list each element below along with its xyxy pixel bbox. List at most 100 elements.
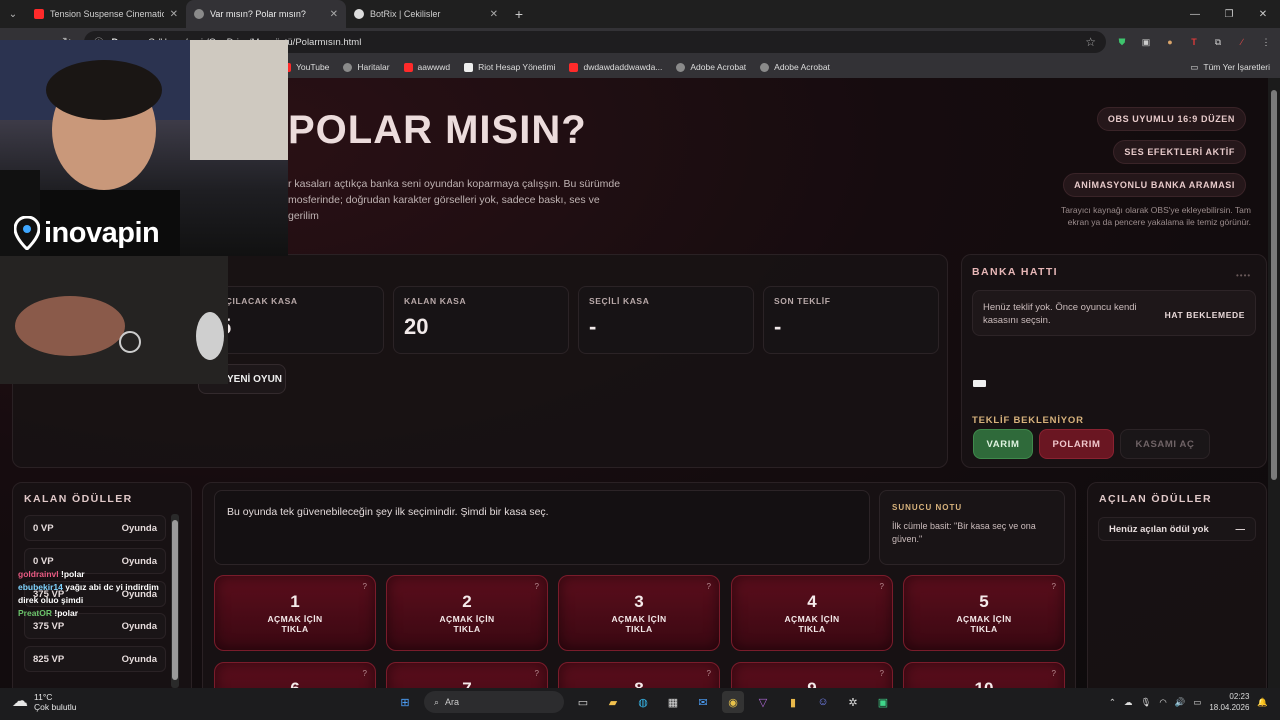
stat-boxes-to-open: AÇILACAK KASA 5 <box>208 286 384 354</box>
battery-icon[interactable]: ▭ <box>1193 697 1201 708</box>
close-icon[interactable]: ✕ <box>330 9 338 20</box>
bookmark-acrobat-1[interactable]: Adobe Acrobat <box>676 62 746 72</box>
bookmark-label: Riot Hesap Yönetimi <box>478 62 556 72</box>
chat-text: !polar <box>61 569 85 579</box>
volume-icon[interactable]: 🔊 <box>1175 697 1186 708</box>
chat-line: goldrainvl !polar <box>18 568 168 581</box>
bookmark-aawwwd[interactable]: aawwwd <box>403 62 450 72</box>
close-icon[interactable]: ✕ <box>170 9 178 20</box>
globe-icon <box>676 62 686 72</box>
briefcase-hint: AÇMAK İÇİN TIKLA <box>267 614 323 634</box>
tp-extension-icon[interactable]: T <box>1186 34 1202 50</box>
page-scrollbar[interactable] <box>1268 78 1280 688</box>
microphone-icon[interactable]: 🎙 <box>1141 697 1152 708</box>
chat-user: ebubekir14 <box>18 582 63 592</box>
system-tray: ⌃ ☁ 🎙 ◠ 🔊 ▭ 02:23 18.04.2026 🔔 <box>1109 691 1268 713</box>
chat-user: goldrainvl <box>18 569 59 579</box>
task-view-icon[interactable]: ▭ <box>572 691 594 713</box>
chat-text: !polar <box>54 608 79 618</box>
briefcase-5[interactable]: ? 5 AÇMAK İÇİN TIKLA <box>903 575 1065 651</box>
mail-icon[interactable]: ✉ <box>692 691 714 713</box>
temperature: 11°C <box>34 692 53 702</box>
briefcase-9[interactable]: ?9 <box>731 662 893 688</box>
notification-icon[interactable]: 🔔 <box>1257 697 1268 708</box>
polarim-button[interactable]: POLARIM <box>1039 429 1114 459</box>
shield-extension-icon[interactable]: ⛊ <box>1114 34 1130 50</box>
briefcase-number: 8 <box>559 679 719 688</box>
briefcase-number: 6 <box>215 679 375 688</box>
weather-text: Çok bulutlu <box>34 702 77 712</box>
briefcase-6[interactable]: ?6 <box>214 662 376 688</box>
briefcase-1[interactable]: ? 1 AÇMAK İÇİN TIKLA <box>214 575 376 651</box>
open-my-box-button[interactable]: KASAMI AÇ <box>1120 429 1210 459</box>
wifi-icon[interactable]: ◠ <box>1159 697 1166 708</box>
all-bookmarks[interactable]: ▭ Tüm Yer İşaretleri <box>1190 56 1270 78</box>
botrix-icon <box>354 9 364 19</box>
taskbar-search[interactable]: ⌕ Ara <box>424 691 564 713</box>
edge-icon[interactable]: ◍ <box>632 691 654 713</box>
vs-icon[interactable]: ▽ <box>752 691 774 713</box>
prizes-scroll-thumb[interactable] <box>172 520 178 680</box>
help-mark: ? <box>534 582 539 591</box>
extension-icon[interactable]: ▣ <box>1138 34 1154 50</box>
prizes-scrollbar[interactable] <box>171 514 179 688</box>
tab-botrix[interactable]: BotRix | Cekilisler ✕ <box>346 0 506 28</box>
chrome-icon[interactable]: ◉ <box>722 691 744 713</box>
avatar-extension-icon[interactable]: ● <box>1162 34 1178 50</box>
briefcase-4[interactable]: ? 4 AÇMAK İÇİN TIKLA <box>731 575 893 651</box>
stat-label: AÇILACAK KASA <box>219 296 298 306</box>
chevron-up-icon[interactable]: ⌃ <box>1109 697 1116 708</box>
briefcase-10[interactable]: ?10 <box>903 662 1065 688</box>
maximize-icon[interactable]: ❐ <box>1212 0 1246 28</box>
brand-name: inovapin <box>44 216 160 249</box>
menu-dots-icon[interactable]: ⋮ <box>1258 34 1274 50</box>
minimize-icon[interactable]: — <box>1178 0 1212 28</box>
animated-call-badge: ANİMASYONLU BANKA ARAMASI <box>1063 173 1246 197</box>
briefcase-number: 10 <box>904 679 1064 688</box>
clock[interactable]: 02:23 18.04.2026 <box>1209 691 1249 713</box>
briefcase-3[interactable]: ? 3 AÇMAK İÇİN TIKLA <box>558 575 720 651</box>
bookmark-star-icon[interactable]: ☆ <box>1085 35 1096 49</box>
puzzle-icon[interactable]: ⧉ <box>1210 34 1226 50</box>
game-app-icon[interactable]: ▣ <box>872 691 894 713</box>
host-note-title: SUNUCU NOTU <box>892 503 963 512</box>
chat-line: PreatOR !polar <box>18 607 168 620</box>
page-scroll-thumb[interactable] <box>1271 90 1277 480</box>
briefcase-8[interactable]: ?8 <box>558 662 720 688</box>
close-window-icon[interactable]: ✕ <box>1246 0 1280 28</box>
stat-label: SEÇİLİ KASA <box>589 296 650 306</box>
briefcase-hint: AÇMAK İÇİN TIKLA <box>611 614 667 634</box>
windows-start-icon[interactable]: ⊞ <box>394 691 416 713</box>
network-app-icon[interactable]: ✲ <box>842 691 864 713</box>
prize-row: 825 VP Oyunda <box>24 646 166 672</box>
briefcase-number: 1 <box>290 592 300 611</box>
briefcase-7[interactable]: ?7 <box>386 662 548 688</box>
app-icon[interactable]: ▮ <box>782 691 804 713</box>
briefcase-hint: AÇMAK İÇİN TIKLA <box>439 614 495 634</box>
host-note: SUNUCU NOTU İlk cümle basit: "Bir kasa s… <box>879 490 1065 565</box>
time: 02:23 <box>1229 692 1250 701</box>
file-explorer-icon[interactable]: ▰ <box>602 691 624 713</box>
weather-widget[interactable]: ☁ 11°C Çok bulutlu <box>12 692 77 712</box>
close-icon[interactable]: ✕ <box>490 9 498 20</box>
prize-value: 375 VP <box>33 620 65 632</box>
discord-icon[interactable]: ☺ <box>812 691 834 713</box>
store-icon[interactable]: ▦ <box>662 691 684 713</box>
cloud-tray-icon[interactable]: ☁ <box>1124 697 1133 708</box>
bookmark-dwd[interactable]: dwdawdaddwawda... <box>569 62 662 72</box>
profile-icon[interactable]: ∕ <box>1234 34 1250 50</box>
bookmark-youtube[interactable]: YouTube <box>282 62 329 72</box>
briefcase-2[interactable]: ? 2 AÇMAK İÇİN TIKLA <box>386 575 548 651</box>
prize-value: 0 VP <box>33 555 54 567</box>
varim-button[interactable]: VARIM <box>973 429 1033 459</box>
tab-polar[interactable]: Var mısın? Polar mısın? ✕ <box>186 0 346 28</box>
bookmark-maps[interactable]: Haritalar <box>343 62 390 72</box>
briefcase-hint: AÇMAK İÇİN TIKLA <box>956 614 1012 634</box>
tab-title: Tension Suspense Cinematic No <box>50 9 164 19</box>
bookmark-riot[interactable]: Riot Hesap Yönetimi <box>464 62 555 72</box>
tab-music[interactable]: Tension Suspense Cinematic No ✕ <box>26 0 186 28</box>
prize-row: 0 VP Oyunda <box>24 515 166 541</box>
new-tab-button[interactable]: + <box>506 6 532 22</box>
bookmark-acrobat-2[interactable]: Adobe Acrobat <box>760 62 830 72</box>
tab-search-chevron-icon[interactable]: ⌄ <box>0 0 26 28</box>
